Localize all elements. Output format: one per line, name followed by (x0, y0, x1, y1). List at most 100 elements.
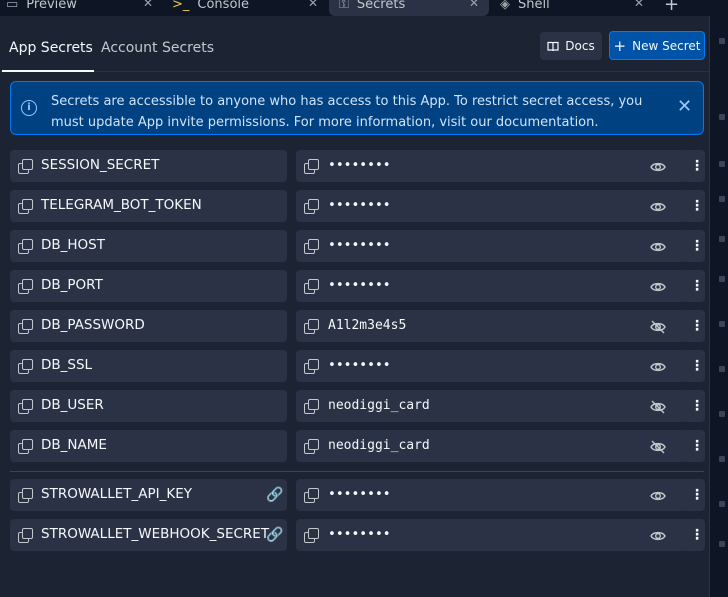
copy-icon[interactable] (304, 239, 319, 254)
copy-icon[interactable] (18, 399, 33, 414)
secret-key: DB_HOST (41, 237, 105, 253)
more-vertical-icon: ⋮ (690, 487, 704, 503)
secret-key-field[interactable]: TELEGRAM_BOT_TOKEN (10, 190, 287, 222)
secret-key-field[interactable]: STROWALLET_API_KEY 🔗 (10, 479, 287, 511)
new-secret-button[interactable]: + New Secret (609, 31, 705, 60)
secret-value-field[interactable]: A1l2m3e4s5 (296, 310, 685, 342)
secret-key: DB_SSL (41, 357, 93, 373)
secret-row: STROWALLET_API_KEY 🔗 •••••••• ⋮ (10, 479, 706, 511)
copy-icon[interactable] (18, 239, 33, 254)
more-vertical-icon: ⋮ (690, 398, 704, 414)
secret-menu-button[interactable]: ⋮ (681, 390, 705, 422)
tab-shell[interactable]: ◈ Shell ✕ (500, 0, 644, 16)
close-icon[interactable]: ✕ (143, 0, 153, 10)
secret-value: neodiggi_card (328, 398, 430, 413)
secret-value-field[interactable]: •••••••• (296, 479, 685, 511)
close-icon[interactable]: ✕ (308, 0, 318, 10)
secret-key-field[interactable]: STROWALLET_WEBHOOK_SECRET 🔗 (10, 519, 287, 551)
secret-menu-button[interactable]: ⋮ (681, 190, 705, 222)
secret-key: DB_PORT (41, 277, 103, 293)
copy-icon[interactable] (304, 399, 319, 414)
secret-row: DB_PORT •••••••• ⋮ (10, 270, 706, 302)
secret-value-field[interactable]: •••••••• (296, 350, 685, 382)
secret-value: •••••••• (328, 487, 391, 502)
secret-key-field[interactable]: DB_PORT (10, 270, 287, 302)
tab-console[interactable]: >_ Console ✕ (172, 0, 318, 16)
link-icon[interactable]: 🔗 (266, 527, 283, 543)
info-banner: i Secrets are accessible to anyone who h… (10, 81, 704, 135)
secret-row: SESSION_SECRET •••••••• ⋮ (10, 150, 706, 182)
copy-icon[interactable] (18, 488, 33, 503)
close-icon[interactable]: ✕ (469, 0, 479, 10)
secret-key-field[interactable]: DB_SSL (10, 350, 287, 382)
copy-icon[interactable] (18, 279, 33, 294)
copy-icon[interactable] (18, 439, 33, 454)
eye-icon[interactable] (650, 359, 666, 373)
tab-preview[interactable]: ▭ Preview ✕ (6, 0, 153, 16)
secret-menu-button[interactable]: ⋮ (681, 350, 705, 382)
copy-icon[interactable] (18, 528, 33, 543)
eye-off-icon[interactable] (650, 399, 666, 414)
eye-icon[interactable] (650, 159, 666, 173)
eye-icon[interactable] (650, 528, 666, 542)
secret-row: TELEGRAM_BOT_TOKEN •••••••• ⋮ (10, 190, 706, 222)
secret-key-field[interactable]: DB_USER (10, 390, 287, 422)
secret-value-field[interactable]: •••••••• (296, 230, 685, 262)
eye-off-icon[interactable] (650, 439, 666, 454)
secret-menu-button[interactable]: ⋮ (681, 230, 705, 262)
new-secret-label: New Secret (632, 38, 701, 53)
secret-menu-button[interactable]: ⋮ (681, 519, 705, 551)
copy-icon[interactable] (18, 359, 33, 374)
copy-icon[interactable] (304, 528, 319, 543)
tab-console-label: Console (197, 0, 250, 12)
copy-icon[interactable] (304, 319, 319, 334)
secrets-panel: App Secrets Account Secrets Docs + New S… (0, 16, 710, 597)
secret-value-field[interactable]: neodiggi_card (296, 430, 685, 462)
close-icon[interactable]: ✕ (677, 96, 692, 117)
secret-key: SESSION_SECRET (41, 157, 160, 173)
close-icon[interactable]: ✕ (634, 0, 644, 10)
secret-menu-button[interactable]: ⋮ (681, 479, 705, 511)
copy-icon[interactable] (304, 488, 319, 503)
copy-icon[interactable] (18, 199, 33, 214)
secret-menu-button[interactable]: ⋮ (681, 150, 705, 182)
eye-icon[interactable] (650, 199, 666, 213)
copy-icon[interactable] (304, 359, 319, 374)
eye-icon[interactable] (650, 279, 666, 293)
secret-menu-button[interactable]: ⋮ (681, 430, 705, 462)
secret-value-field[interactable]: neodiggi_card (296, 390, 685, 422)
secret-key-field[interactable]: DB_NAME (10, 430, 287, 462)
tab-secrets-label: Secrets (356, 0, 406, 12)
eye-icon[interactable] (650, 239, 666, 253)
secret-key-field[interactable]: SESSION_SECRET (10, 150, 287, 182)
link-icon[interactable]: 🔗 (266, 487, 283, 503)
secret-row: STROWALLET_WEBHOOK_SECRET 🔗 •••••••• ⋮ (10, 519, 706, 551)
add-tab-button[interactable]: + (664, 0, 679, 16)
secret-menu-button[interactable]: ⋮ (681, 310, 705, 342)
secret-value-field[interactable]: •••••••• (296, 150, 685, 182)
copy-icon[interactable] (304, 279, 319, 294)
eye-off-icon[interactable] (650, 319, 666, 334)
copy-icon[interactable] (304, 439, 319, 454)
secret-row: DB_NAME neodiggi_card ⋮ (10, 430, 706, 462)
subtabs-divider (0, 71, 710, 72)
eye-icon[interactable] (650, 488, 666, 502)
copy-icon[interactable] (18, 159, 33, 174)
secret-value-field[interactable]: •••••••• (296, 190, 685, 222)
more-vertical-icon: ⋮ (690, 358, 704, 374)
secret-key-field[interactable]: DB_PASSWORD (10, 310, 287, 342)
copy-icon[interactable] (304, 199, 319, 214)
tab-account-secrets[interactable]: Account Secrets (101, 40, 214, 56)
secret-value-field[interactable]: •••••••• (296, 270, 685, 302)
secret-row: DB_SSL •••••••• ⋮ (10, 350, 706, 382)
docs-label: Docs (565, 39, 595, 53)
secret-key-field[interactable]: DB_HOST (10, 230, 287, 262)
secret-menu-button[interactable]: ⋮ (681, 270, 705, 302)
docs-button[interactable]: Docs (540, 32, 602, 60)
tab-secrets[interactable]: ⚿ Secrets ✕ (329, 0, 489, 16)
secret-key: DB_NAME (41, 437, 107, 453)
secret-value-field[interactable]: •••••••• (296, 519, 685, 551)
copy-icon[interactable] (18, 319, 33, 334)
tab-app-secrets[interactable]: App Secrets (9, 40, 93, 56)
copy-icon[interactable] (304, 159, 319, 174)
